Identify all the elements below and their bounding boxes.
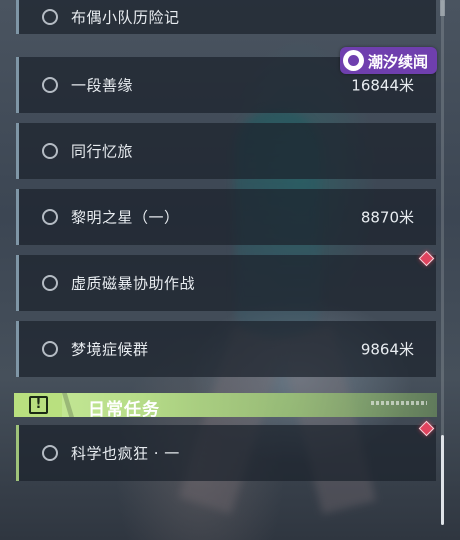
tide-swirl-icon bbox=[343, 50, 364, 71]
quest-item[interactable]: 虚质磁暴协助作战 bbox=[16, 255, 436, 311]
quest-status-circle-icon bbox=[42, 209, 58, 225]
quest-status-circle-icon bbox=[42, 9, 58, 25]
section-title: 日常任务 bbox=[88, 400, 160, 420]
quest-status-circle-icon bbox=[42, 77, 58, 93]
tide-news-badge[interactable]: 潮汐续闻 bbox=[340, 47, 437, 74]
header-divider bbox=[62, 393, 74, 417]
header-icon-box bbox=[14, 393, 62, 417]
quest-item[interactable]: 梦境症候群 9864米 bbox=[16, 321, 436, 377]
header-decoration bbox=[371, 401, 427, 405]
quest-name: 梦境症候群 bbox=[71, 340, 149, 359]
quest-distance: 8870米 bbox=[360, 208, 414, 227]
quest-item[interactable]: 黎明之星（一） 8870米 bbox=[16, 189, 436, 245]
quest-name: 虚质磁暴协助作战 bbox=[71, 274, 196, 293]
quest-name: 科学也疯狂 · 一 bbox=[71, 444, 180, 463]
badge-text: 潮汐续闻 bbox=[368, 53, 429, 71]
exclamation-box-icon bbox=[29, 396, 48, 414]
quest-status-circle-icon bbox=[42, 445, 58, 461]
daily-tasks-header: 日常任务 bbox=[14, 393, 437, 420]
scrollbar-thumb[interactable] bbox=[441, 435, 444, 525]
quest-distance: 16844米 bbox=[351, 76, 414, 95]
quest-distance: 9864米 bbox=[360, 340, 414, 359]
quest-status-circle-icon bbox=[42, 275, 58, 291]
quest-name: 一段善缘 bbox=[71, 76, 134, 95]
quest-name: 布偶小队历险记 bbox=[71, 8, 180, 27]
quest-item[interactable]: 同行忆旅 bbox=[16, 123, 436, 179]
quest-name: 黎明之星（一） bbox=[71, 208, 180, 227]
quest-status-circle-icon bbox=[42, 143, 58, 159]
daily-quest-item[interactable]: 科学也疯狂 · 一 bbox=[16, 425, 436, 481]
quest-item[interactable]: 布偶小队历险记 bbox=[16, 0, 436, 34]
quest-name: 同行忆旅 bbox=[71, 142, 134, 161]
quest-status-circle-icon bbox=[42, 341, 58, 357]
